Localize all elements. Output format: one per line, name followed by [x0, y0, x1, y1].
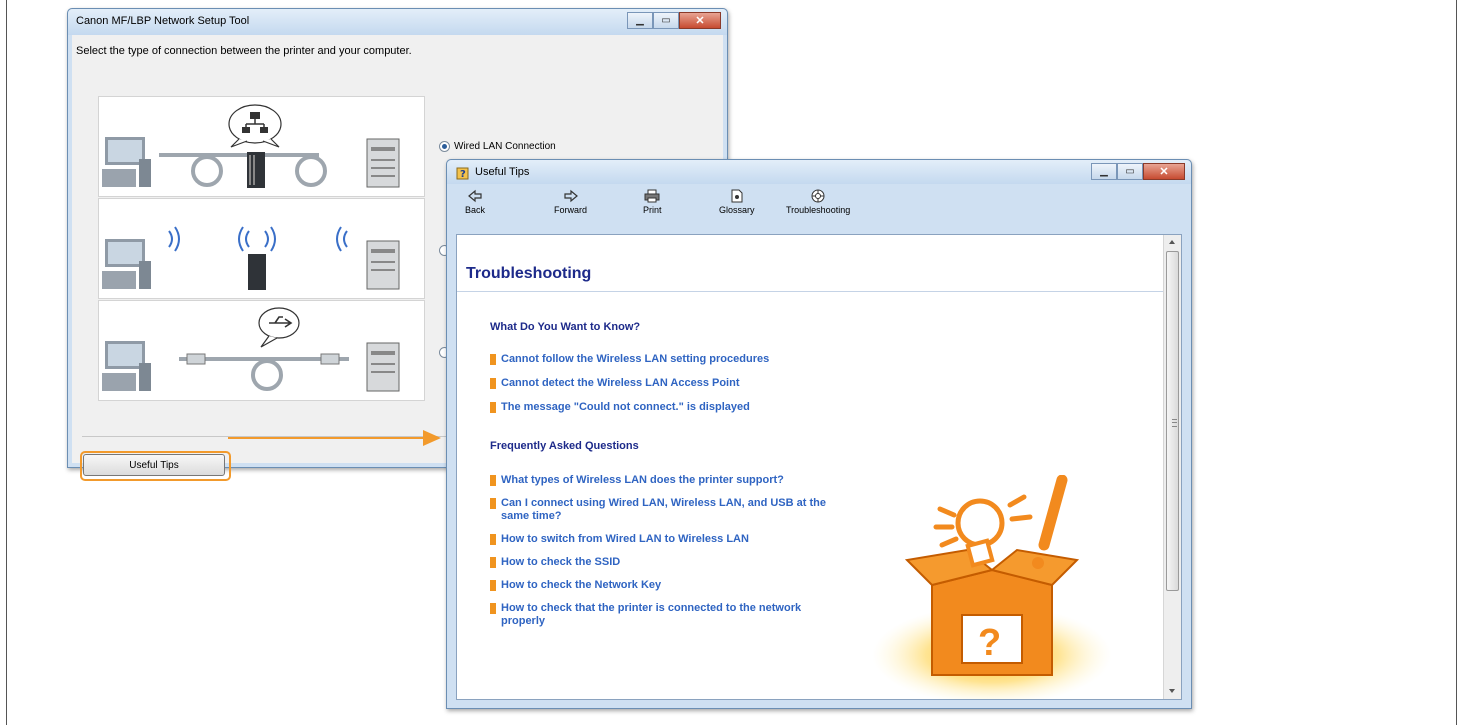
tips-toolbar: Back Forward Print Glossary Troubleshoot… [451, 184, 1187, 234]
link-check-printer-connected[interactable]: How to check that the printer is connect… [490, 602, 841, 628]
troubleshooting-button[interactable]: Troubleshooting [786, 189, 850, 215]
scrollbar-thumb[interactable] [1166, 251, 1179, 591]
link-cannot-follow-procedures[interactable]: Cannot follow the Wireless LAN setting p… [490, 353, 850, 366]
link-could-not-connect-message[interactable]: The message "Could not connect." is disp… [490, 401, 850, 414]
vertical-scrollbar[interactable] [1163, 235, 1181, 699]
wired-lan-radio[interactable] [439, 141, 450, 152]
connection-instruction: Select the type of connection between th… [76, 45, 412, 57]
glossary-label: Glossary [719, 205, 755, 215]
usb-diagram-icon [102, 307, 400, 392]
wired-lan-illustration [98, 96, 425, 197]
svg-text:?: ? [460, 169, 466, 180]
print-button[interactable]: Print [643, 189, 662, 215]
callout-arrow-line [228, 437, 425, 439]
troubleshooting-label: Troubleshooting [786, 205, 851, 215]
faq-links: What types of Wireless LAN does the prin… [490, 474, 850, 628]
page-title: Troubleshooting [466, 265, 592, 282]
section-heading-what-to-know: What Do You Want to Know? [490, 321, 641, 333]
forward-arrow-icon [563, 189, 578, 203]
link-check-network-key[interactable]: How to check the Network Key [490, 579, 850, 592]
glossary-document-icon [731, 189, 743, 203]
what-to-know-links: Cannot follow the Wireless LAN setting p… [490, 353, 850, 414]
printer-icon [644, 189, 660, 203]
svg-text:?: ? [978, 622, 1001, 664]
troubleshooting-box-lightbulb-icon: ? [872, 475, 1112, 699]
print-label: Print [643, 205, 662, 215]
page-right-border [1456, 0, 1457, 725]
usb-illustration [98, 300, 425, 401]
wireless-lan-diagram-icon [102, 226, 400, 290]
tips-titlebar[interactable]: ? Useful Tips ▁ ▭ ✕ [447, 160, 1191, 184]
wired-lan-option-label: Wired LAN Connection [454, 141, 556, 152]
callout-arrow-head-icon [423, 430, 441, 446]
maximize-icon: ▭ [1125, 165, 1135, 177]
minimize-button[interactable]: ▁ [627, 12, 653, 29]
useful-tips-highlight [80, 451, 231, 481]
tips-maximize-button[interactable]: ▭ [1117, 163, 1143, 180]
forward-label: Forward [554, 205, 588, 215]
link-check-ssid[interactable]: How to check the SSID [490, 556, 850, 569]
tips-window-controls: ▁ ▭ ✕ [1091, 163, 1185, 180]
setup-window-title: Canon MF/LBP Network Setup Tool [76, 15, 250, 27]
scroll-grip-icon [1172, 419, 1177, 427]
back-label: Back [465, 205, 486, 215]
link-connect-simultaneously[interactable]: Can I connect using Wired LAN, Wireless … [490, 497, 851, 523]
back-arrow-icon [468, 189, 482, 203]
scroll-up-arrow-icon[interactable] [1169, 240, 1175, 244]
wired-lan-option[interactable]: Wired LAN Connection [439, 141, 556, 152]
section-heading-faq: Frequently Asked Questions [490, 440, 639, 452]
troubleshooting-lifebuoy-icon [811, 189, 825, 203]
tips-minimize-button[interactable]: ▁ [1091, 163, 1117, 180]
maximize-button[interactable]: ▭ [653, 12, 679, 29]
glossary-button[interactable]: Glossary [719, 189, 755, 215]
scroll-down-arrow-icon[interactable] [1169, 689, 1175, 693]
close-icon: ✕ [1159, 165, 1169, 178]
link-wireless-types-supported[interactable]: What types of Wireless LAN does the prin… [490, 474, 801, 487]
minimize-icon: ▁ [1100, 165, 1108, 177]
minimize-icon: ▁ [636, 14, 644, 26]
title-underline [457, 291, 1164, 292]
wireless-lan-illustration [98, 198, 425, 299]
tips-content-pane: Troubleshooting What Do You Want to Know… [456, 234, 1182, 700]
tips-close-button[interactable]: ✕ [1143, 163, 1185, 180]
forward-button[interactable]: Forward [554, 189, 587, 215]
close-button[interactable]: ✕ [679, 12, 721, 29]
setup-window-controls: ▁ ▭ ✕ [627, 12, 721, 29]
back-button[interactable]: Back [465, 189, 485, 215]
useful-tips-window: ? Useful Tips ▁ ▭ ✕ Back Forward Print G… [446, 159, 1192, 709]
maximize-icon: ▭ [661, 14, 671, 26]
link-switch-wired-to-wireless[interactable]: How to switch from Wired LAN to Wireless… [490, 533, 850, 546]
page-left-border [6, 0, 7, 725]
setup-titlebar[interactable]: Canon MF/LBP Network Setup Tool ▁ ▭ ✕ [68, 9, 727, 35]
help-book-icon: ? [456, 167, 469, 180]
close-icon: ✕ [695, 14, 705, 27]
link-cannot-detect-access-point[interactable]: Cannot detect the Wireless LAN Access Po… [490, 377, 850, 390]
wired-lan-diagram-icon [102, 104, 400, 188]
tips-window-title: Useful Tips [475, 166, 530, 178]
